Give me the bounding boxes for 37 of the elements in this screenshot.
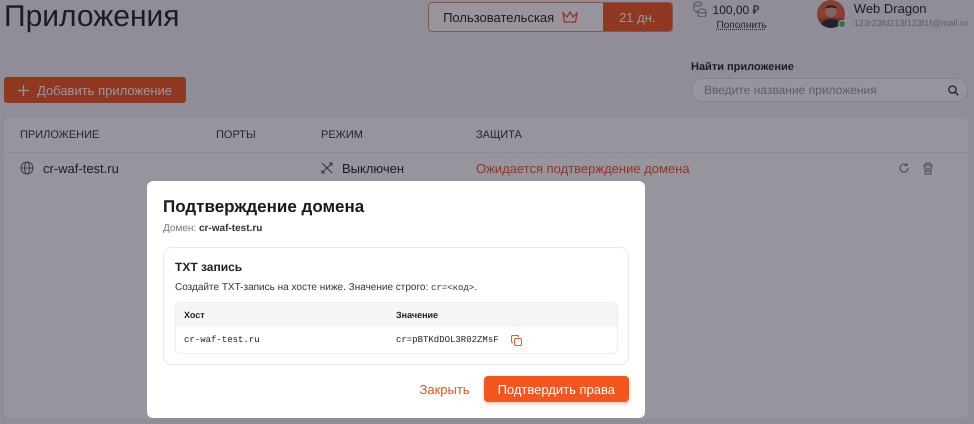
search-field[interactable]: Введите название приложения bbox=[702, 82, 948, 98]
column-header: ЗАЩИТА bbox=[476, 129, 523, 141]
search-box[interactable]: Введите название приложения bbox=[691, 78, 968, 102]
add-app-button[interactable]: Добавить приложение bbox=[4, 77, 186, 103]
globe-icon bbox=[20, 161, 34, 175]
plus-icon bbox=[18, 84, 29, 96]
protection-status: Ожидается подтверждение домена bbox=[476, 160, 691, 176]
crossed-arrows-icon bbox=[321, 162, 333, 174]
record-title: TXT запись bbox=[175, 260, 244, 274]
app-name[interactable]: cr-waf-test.ru bbox=[43, 160, 119, 176]
dialog-title: Подтверждение домена bbox=[163, 197, 366, 217]
plan-name: Пользовательская bbox=[443, 10, 554, 24]
plan-badge[interactable]: Пользовательская 21 дн. bbox=[428, 2, 673, 32]
column-header: Значение bbox=[396, 310, 440, 320]
days-left: 21 дн. bbox=[603, 3, 672, 31]
balance-amount: 100,00 ₽ bbox=[712, 2, 760, 18]
domain-text: Домен: cr-waf-test.ru bbox=[163, 223, 264, 234]
column-header: РЕЖИМ bbox=[321, 129, 364, 141]
value-cell: cr=pBTKdDOL3R02ZMsF bbox=[396, 335, 499, 345]
crown-icon bbox=[562, 11, 578, 23]
search-icon bbox=[948, 84, 959, 96]
topup-link[interactable]: Пополнить bbox=[716, 20, 767, 31]
column-header: ПОРТЫ bbox=[216, 129, 257, 141]
column-header: Хост bbox=[184, 310, 206, 320]
trash-icon[interactable] bbox=[922, 162, 934, 174]
user-name: Web Dragon bbox=[854, 1, 928, 16]
mode-status: Выключен bbox=[342, 160, 404, 176]
host-cell-text: cr-waf-test.ru bbox=[184, 335, 261, 345]
confirm-button[interactable]: Подтвердить права bbox=[484, 376, 629, 402]
page-title: Приложения bbox=[4, 0, 181, 34]
column-header: ПРИЛОЖЕНИЕ bbox=[20, 129, 100, 141]
close-button[interactable]: Закрыть bbox=[419, 376, 470, 402]
coins-icon bbox=[692, 1, 707, 17]
record-instructions: Создайте TXT-запись на хосте ниже. Значение строго: cr=<код>. bbox=[175, 282, 478, 293]
refresh-icon[interactable] bbox=[898, 162, 910, 174]
search-label: Найти приложение bbox=[691, 61, 795, 73]
copy-icon[interactable] bbox=[510, 334, 522, 346]
